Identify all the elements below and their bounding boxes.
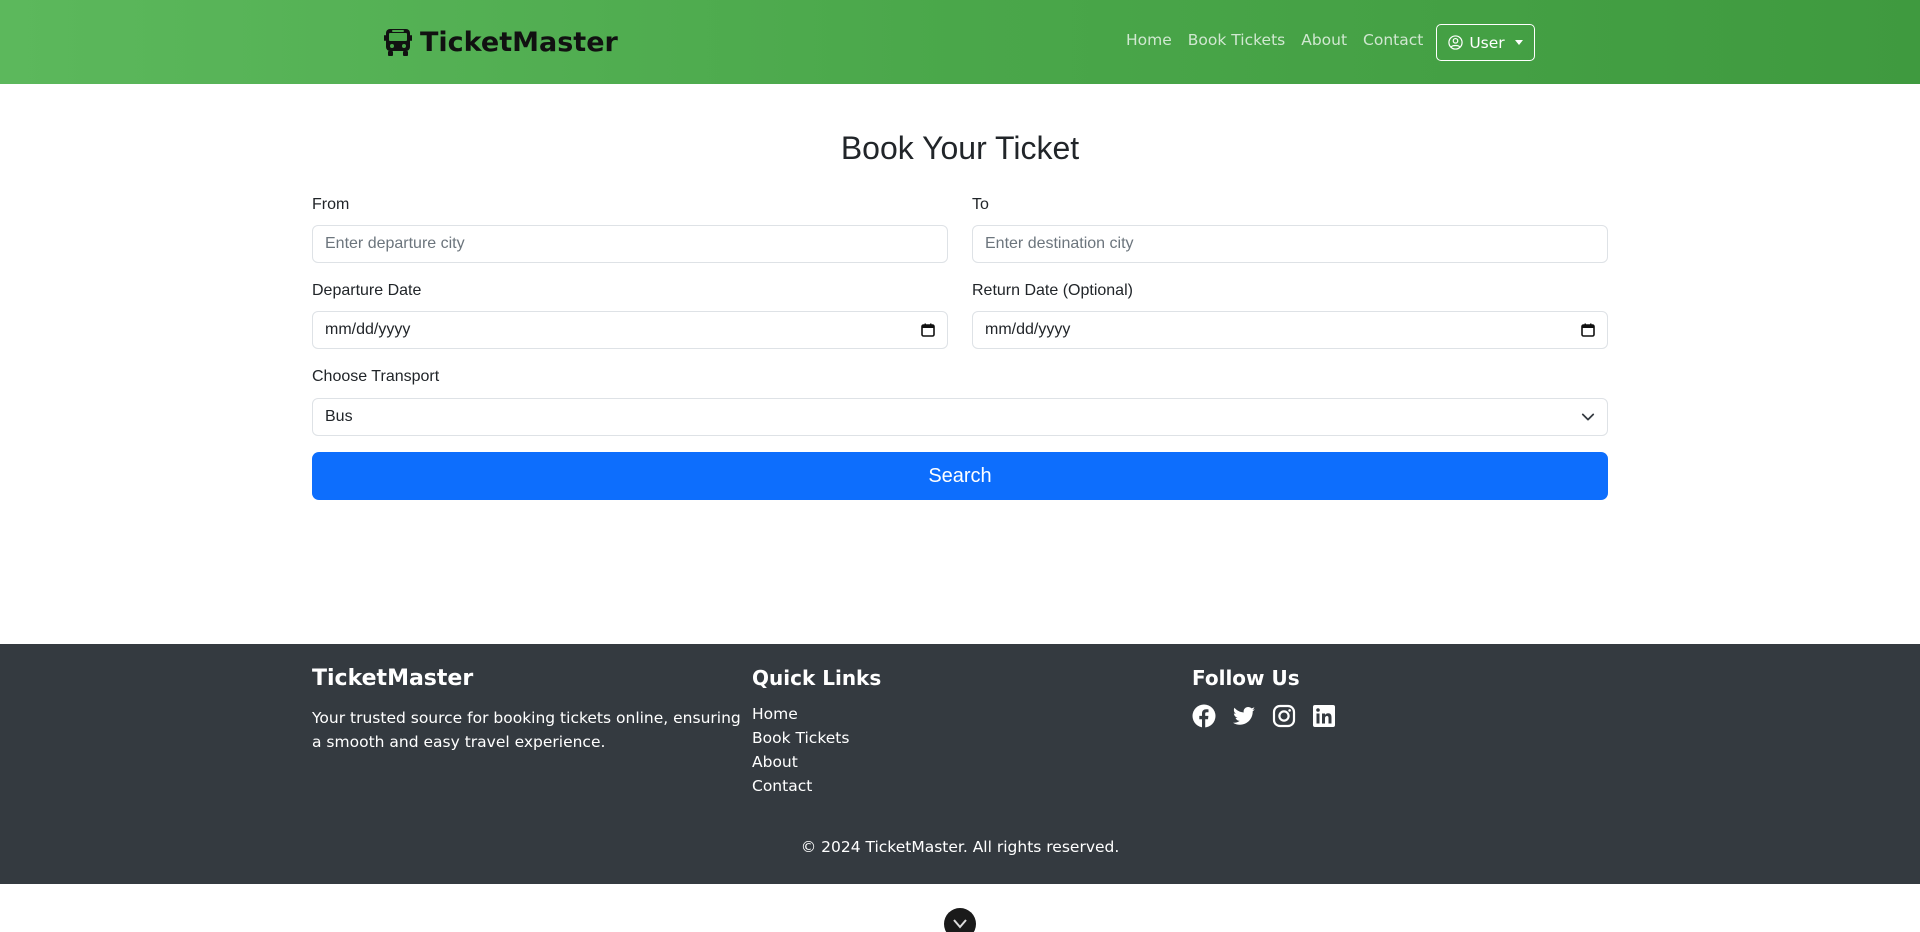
- page-title: Book Your Ticket: [840, 130, 1080, 166]
- footer-brand: TicketMaster: [312, 666, 474, 691]
- linkedin-icon[interactable]: [1312, 704, 1336, 728]
- return-date-label: Return Date (Optional): [972, 282, 1133, 299]
- return-date-input[interactable]: mm/dd/yyyy: [972, 311, 1608, 349]
- nav-book-tickets[interactable]: Book Tickets: [1180, 31, 1293, 49]
- calendar-icon[interactable]: [921, 323, 935, 337]
- chevron-down-icon: [953, 916, 967, 929]
- nav-home[interactable]: Home: [1126, 31, 1180, 49]
- scroll-button[interactable]: [944, 908, 976, 932]
- to-input[interactable]: [972, 225, 1608, 263]
- footer: TicketMaster Your trusted source for boo…: [0, 644, 1920, 884]
- social-links: [1192, 704, 1336, 728]
- footer-link-home[interactable]: Home: [752, 705, 798, 723]
- caret-down-icon: [1514, 40, 1523, 45]
- footer-link-contact[interactable]: Contact: [752, 777, 812, 795]
- nav-about[interactable]: About: [1293, 31, 1355, 49]
- twitter-icon[interactable]: [1232, 704, 1256, 728]
- brand-name: TicketMaster: [420, 26, 618, 58]
- instagram-icon[interactable]: [1272, 704, 1296, 728]
- to-label: To: [972, 196, 989, 213]
- departure-date-input[interactable]: mm/dd/yyyy: [312, 311, 948, 349]
- transport-select[interactable]: Bus: [312, 398, 1608, 436]
- footer-link-about[interactable]: About: [752, 753, 798, 771]
- follow-us-title: Follow Us: [1192, 666, 1300, 690]
- bus-icon: [384, 27, 412, 57]
- quick-links: Home Book Tickets About Contact: [752, 702, 849, 798]
- user-dropdown-button[interactable]: User: [1436, 24, 1535, 61]
- from-input[interactable]: [312, 225, 948, 263]
- footer-about-text: Your trusted source for booking tickets …: [312, 709, 741, 751]
- footer-link-book-tickets[interactable]: Book Tickets: [752, 729, 849, 747]
- navbar: TicketMaster Home Book Tickets About Con…: [0, 0, 1920, 84]
- search-button[interactable]: Search: [312, 452, 1608, 500]
- calendar-icon[interactable]: [1581, 323, 1595, 337]
- transport-selected-value: Bus: [325, 408, 353, 425]
- departure-date-label: Departure Date: [312, 282, 422, 299]
- departure-date-value: mm/dd/yyyy: [325, 321, 411, 338]
- quick-links-title: Quick Links: [752, 666, 882, 690]
- user-label: User: [1469, 33, 1505, 52]
- brand-link[interactable]: TicketMaster: [384, 24, 618, 60]
- user-circle-icon: [1448, 35, 1463, 50]
- facebook-icon[interactable]: [1192, 704, 1216, 728]
- transport-label: Choose Transport: [312, 368, 440, 385]
- nav-contact[interactable]: Contact: [1355, 31, 1431, 49]
- return-date-value: mm/dd/yyyy: [985, 321, 1071, 338]
- nav-links: Home Book Tickets About Contact: [1126, 31, 1431, 49]
- copyright: © 2024 TicketMaster. All rights reserved…: [800, 838, 1120, 856]
- chevron-down-icon: [1581, 410, 1595, 424]
- from-label: From: [312, 196, 350, 213]
